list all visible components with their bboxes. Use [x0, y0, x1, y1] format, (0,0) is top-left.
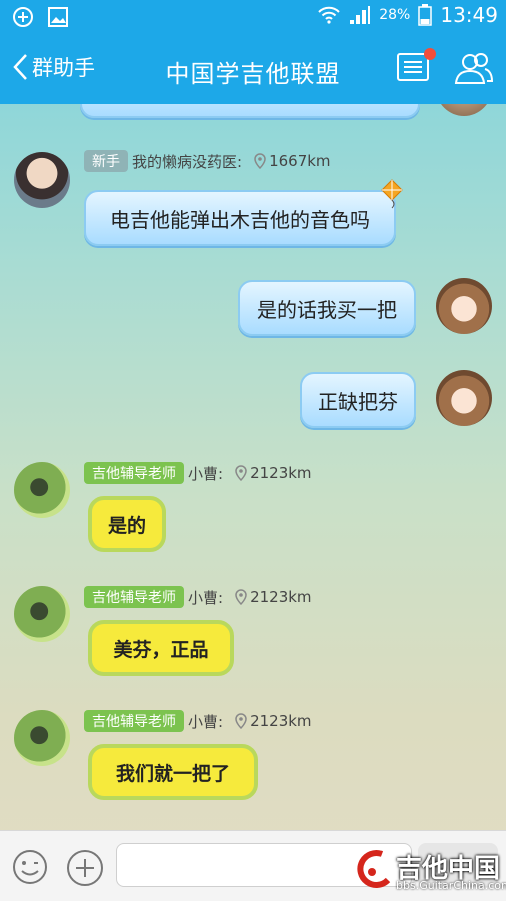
sender-distance: 2123km: [250, 712, 312, 730]
location-info: 2123km: [235, 712, 312, 730]
avatar[interactable]: [436, 278, 492, 334]
location-pin-icon: [254, 153, 266, 169]
clock: 13:49: [440, 3, 498, 27]
chat-area[interactable]: 新手 我的懒病没药医: 1667km 电吉他能弹出木吉他的音色吗 是的话我买一把…: [0, 104, 506, 830]
sender-name[interactable]: 小曹:: [188, 587, 223, 608]
sender-distance: 1667km: [269, 152, 331, 170]
sender-info: 吉他辅导老师 小曹: 2123km: [84, 710, 312, 732]
sender-distance: 2123km: [250, 588, 312, 606]
battery-percent: 28%: [379, 7, 411, 23]
message-bubble[interactable]: 正缺把芬: [300, 372, 416, 428]
sender-name[interactable]: 我的懒病没药医:: [132, 151, 242, 172]
more-options-button[interactable]: [66, 849, 104, 887]
message-bubble[interactable]: 我们就一把了: [88, 744, 258, 800]
message-bubble[interactable]: 是的: [88, 496, 166, 552]
avatar[interactable]: [14, 586, 70, 642]
members-icon: [454, 53, 494, 84]
avatar[interactable]: [436, 370, 492, 426]
status-bar: 28% 13:49: [0, 0, 506, 36]
previous-message-bubble[interactable]: [80, 104, 420, 118]
notification-badge: [424, 48, 436, 60]
member-level-tag: 新手: [84, 150, 128, 172]
location-info: 2123km: [235, 464, 312, 482]
location-pin-icon: [235, 589, 247, 605]
site-watermark: 吉他中国 bbs.GuitarChina.com: [352, 848, 506, 896]
group-members-button[interactable]: [452, 50, 496, 88]
sender-info: 吉他辅导老师 小曹: 2123km: [84, 462, 312, 484]
gallery-icon: [48, 7, 68, 27]
location-info: 1667km: [254, 152, 331, 170]
sender-info: 吉他辅导老师 小曹: 2123km: [84, 586, 312, 608]
location-pin-icon: [235, 713, 247, 729]
avatar[interactable]: [14, 710, 70, 766]
add-circle-icon: [13, 7, 33, 27]
group-menu-button[interactable]: [396, 48, 436, 86]
location-pin-icon: [235, 465, 247, 481]
member-title-tag: 吉他辅导老师: [84, 586, 184, 608]
smiley-icon: [13, 850, 47, 884]
avatar[interactable]: [14, 462, 70, 518]
sender-name[interactable]: 小曹:: [188, 463, 223, 484]
member-title-tag: 吉他辅导老师: [84, 710, 184, 732]
title-bar: 群助手 中国学吉他联盟: [0, 36, 506, 104]
watermark-url: bbs.GuitarChina.com: [396, 879, 506, 892]
emoji-button[interactable]: [12, 849, 48, 885]
sender-info: 新手 我的懒病没药医: 1667km: [84, 150, 331, 172]
sender-name[interactable]: 小曹:: [188, 711, 223, 732]
guitar-china-logo-icon: [357, 850, 391, 888]
location-info: 2123km: [235, 588, 312, 606]
signal-icon: [350, 6, 371, 24]
message-bubble[interactable]: 美芬，正品: [88, 620, 234, 676]
plus-icon: [67, 850, 103, 886]
sender-distance: 2123km: [250, 464, 312, 482]
kite-icon: [381, 179, 403, 209]
battery-icon: [418, 4, 433, 26]
avatar[interactable]: [436, 104, 492, 116]
message-bubble[interactable]: 是的话我买一把: [238, 280, 416, 336]
avatar[interactable]: [14, 152, 70, 208]
message-bubble[interactable]: 电吉他能弹出木吉他的音色吗: [84, 190, 396, 246]
member-title-tag: 吉他辅导老师: [84, 462, 184, 484]
wifi-icon: [318, 6, 340, 24]
